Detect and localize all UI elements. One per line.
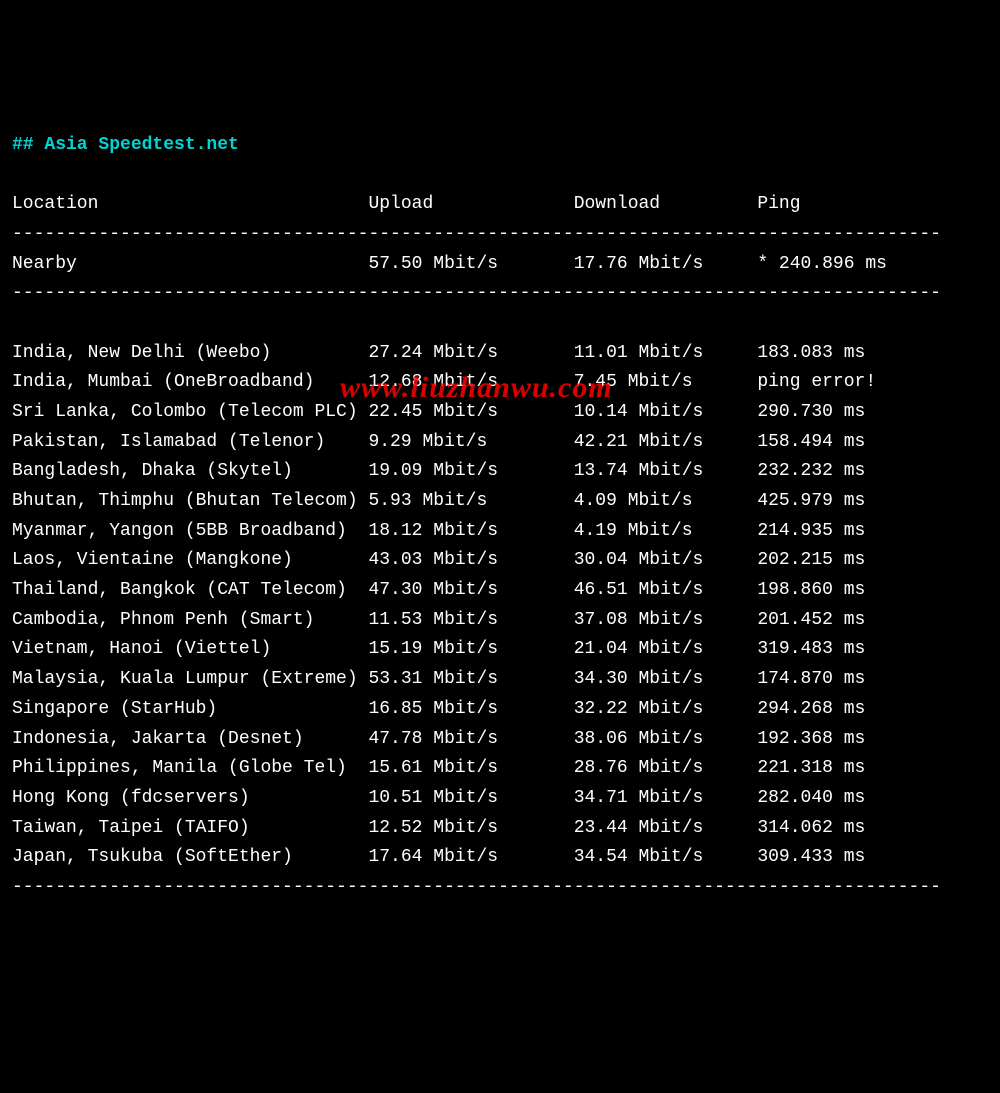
table-row: Singapore (StarHub) 16.85 Mbit/s 32.22 M… (12, 699, 865, 719)
table-row: Japan, Tsukuba (SoftEther) 17.64 Mbit/s … (12, 847, 865, 867)
table-row: Taiwan, Taipei (TAIFO) 12.52 Mbit/s 23.4… (12, 818, 865, 838)
table-row: Pakistan, Islamabad (Telenor) 9.29 Mbit/… (12, 432, 865, 452)
table-row: Philippines, Manila (Globe Tel) 15.61 Mb… (12, 758, 865, 778)
table-row: Laos, Vientaine (Mangkone) 43.03 Mbit/s … (12, 550, 865, 570)
table-row: India, New Delhi (Weebo) 27.24 Mbit/s 11… (12, 343, 865, 363)
table-row: Bhutan, Thimphu (Bhutan Telecom) 5.93 Mb… (12, 491, 865, 511)
table-row: India, Mumbai (OneBroadband) 12.68 Mbit/… (12, 372, 876, 392)
terminal-output: ## Asia Speedtest.net Location Upload Do… (12, 131, 988, 903)
divider: ----------------------------------------… (12, 877, 941, 897)
table-row: Myanmar, Yangon (5BB Broadband) 18.12 Mb… (12, 521, 865, 541)
table-row: Indonesia, Jakarta (Desnet) 47.78 Mbit/s… (12, 729, 865, 749)
table-row: Thailand, Bangkok (CAT Telecom) 47.30 Mb… (12, 580, 865, 600)
table-row: Bangladesh, Dhaka (Skytel) 19.09 Mbit/s … (12, 461, 865, 481)
section-title: ## Asia Speedtest.net (12, 135, 239, 155)
table-row: Cambodia, Phnom Penh (Smart) 11.53 Mbit/… (12, 610, 865, 630)
divider: ----------------------------------------… (12, 283, 941, 303)
table-row: Hong Kong (fdcservers) 10.51 Mbit/s 34.7… (12, 788, 865, 808)
divider: ----------------------------------------… (12, 224, 941, 244)
table-row: Vietnam, Hanoi (Viettel) 15.19 Mbit/s 21… (12, 639, 865, 659)
table-row: Sri Lanka, Colombo (Telecom PLC) 22.45 M… (12, 402, 865, 422)
table-header: Location Upload Download Ping (12, 194, 801, 214)
table-row: Malaysia, Kuala Lumpur (Extreme) 53.31 M… (12, 669, 865, 689)
nearby-row: Nearby 57.50 Mbit/s 17.76 Mbit/s * 240.8… (12, 254, 887, 274)
